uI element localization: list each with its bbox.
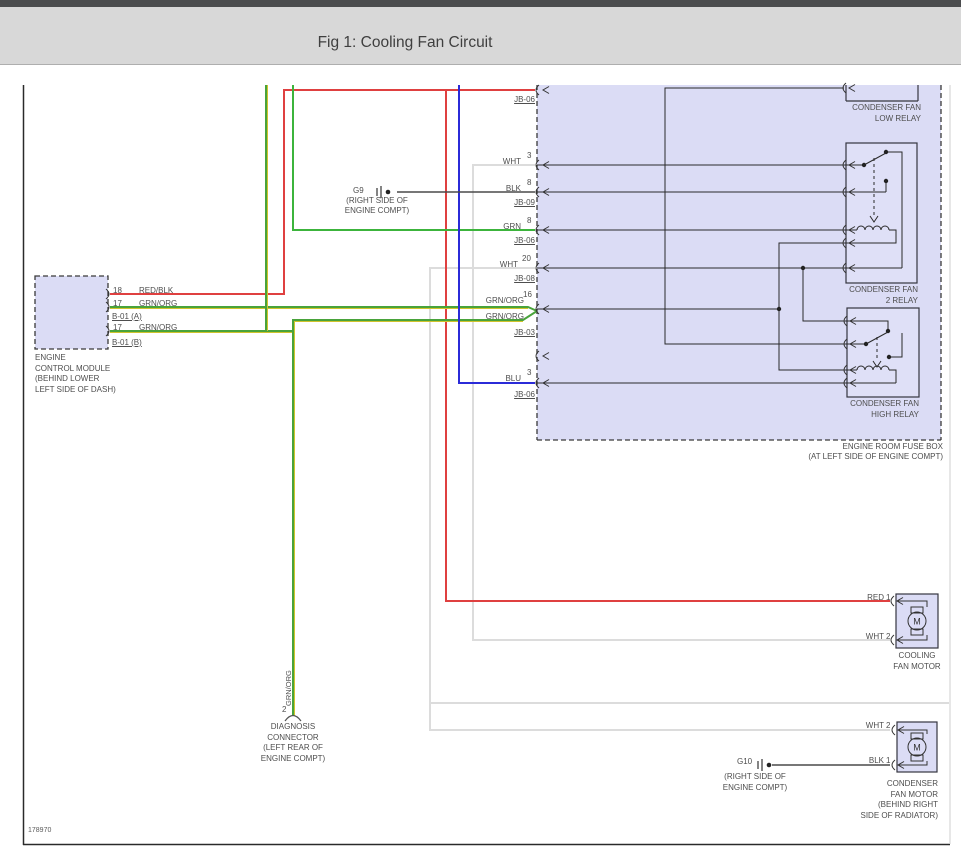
condenser-pin-wht-num: 2 [886,721,890,730]
ground-icon-g10 [758,759,771,771]
motor-m-symbol: M [913,617,921,627]
jb-label-jb06c: JB-06 [514,390,535,399]
pin-number-wht3: 3 [527,151,531,160]
ecm-pin17a-number: 17 [113,299,122,308]
jb-label-jb03: JB-03 [514,328,535,337]
document-number: 178970 [28,826,51,835]
wire-label-wht3: WHT [503,157,521,166]
ecm-pin17b-number: 17 [113,323,122,332]
ground-g10-location: (RIGHT SIDE OFENGINE COMPT) [705,772,805,793]
cooling-fan-motor-label: COOLINGFAN MOTOR [867,651,961,672]
diagnosis-connector-label: DIAGNOSISCONNECTOR (LEFT REAR OFENGINE C… [243,722,343,764]
jb-label-jb08: JB-08 [514,274,535,283]
pin-number-grnorg16: 16 [523,290,532,299]
diagnosis-connector-icon [285,716,301,722]
ecm-pin17b-wire: GRN/ORG [139,323,177,332]
wire-label-grnorg2: GRN/ORG [486,312,524,321]
wiring-diagram-page: Fig 1: Cooling Fan Circuit [0,0,961,861]
diagnosis-pin-number: 2 [282,705,286,714]
condenser-fan-motor: M [892,722,937,772]
condenser-fan-motor-label: CONDENSERFAN MOTOR (BEHIND RIGHTSIDE OF … [861,779,939,821]
condenser-pin-blk-num: 1 [886,756,890,765]
wire-label-blu3: BLU [505,374,521,383]
wire-label-blk8: BLK [506,184,521,193]
condenser-fan-high-relay-label: CONDENSER FANHIGH RELAY [850,399,919,420]
cooling-pin-red-num: 1 [886,593,890,602]
jb-label-top: JB-06 [514,95,535,104]
ground-g10-label: G10 [737,757,752,766]
engine-control-module-box [35,276,109,349]
ground-g9-location: (RIGHT SIDE OFENGINE COMPT) [327,196,427,216]
pin-number-wht20: 20 [522,254,531,263]
ecm-conn-b01b: B-01 (B) [112,338,142,347]
ecm-conn-b01a: B-01 (A) [112,312,142,321]
condenser-fan-2-relay-label: CONDENSER FAN2 RELAY [849,285,918,306]
jb-label-jb06b: JB-06 [514,236,535,245]
cooling-pin-wht-num: 2 [886,632,890,641]
condenser-pin-blk-wire: BLK [869,756,884,765]
blu-wire [459,85,535,383]
pin-number-blu3: 3 [527,368,531,377]
engine-room-fuse-box-label: ENGINE ROOM FUSE BOX(AT LEFT SIDE OF ENG… [808,442,943,462]
ecm-pin17a-wire: GRN/ORG [139,299,177,308]
wire-label-grn8: GRN [503,222,521,231]
jb-label-jb09: JB-09 [514,198,535,207]
pin-number-grn8: 8 [527,216,531,225]
condenser-fan-2-relay-box [846,143,917,283]
diagnosis-wire-label: GRN/ORG [284,670,293,706]
cooling-fan-motor: M [891,594,938,648]
ecm-pin18-number: 18 [113,286,122,295]
condenser-fan-low-relay-label: CONDENSER FANLOW RELAY [852,103,921,124]
motor-m-symbol: M [913,743,921,753]
wiring-diagram-canvas: M M [0,0,961,861]
ecm-name-label: ENGINECONTROL MODULE (BEHIND LOWERLEFT S… [35,353,116,395]
cooling-pin-wht-wire: WHT [866,632,884,641]
wire-label-wht20: WHT [500,260,518,269]
pin-number-blk8: 8 [527,178,531,187]
condenser-pin-wht-wire: WHT [866,721,884,730]
ecm-pin18-wire: RED/BLK [139,286,173,295]
cooling-pin-red-wire: RED [867,593,884,602]
ground-g9-label: G9 [353,186,364,195]
wire-label-grnorg16: GRN/ORG [486,296,524,305]
